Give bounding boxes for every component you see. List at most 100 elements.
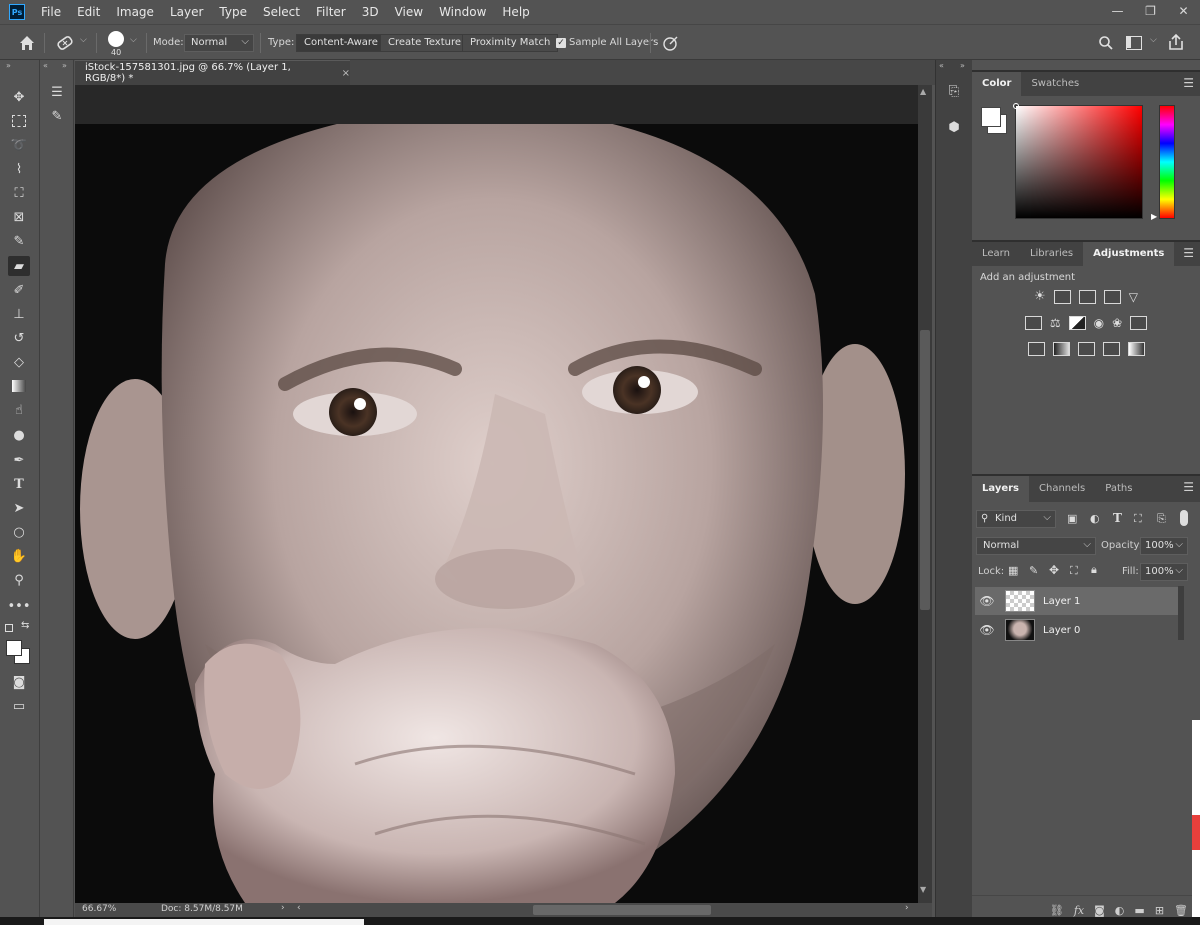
proximity-match-button[interactable]: Proximity Match — [462, 34, 559, 52]
invert-icon[interactable] — [1027, 342, 1045, 356]
close-window-button[interactable]: ✕ — [1167, 0, 1200, 22]
zoom-level[interactable]: 66.67% — [82, 904, 116, 914]
scroll-right-icon[interactable]: › — [905, 903, 909, 913]
home-icon[interactable] — [18, 34, 36, 52]
tab-color[interactable]: Color — [972, 72, 1022, 96]
eraser-icon[interactable]: ◇ — [8, 352, 30, 372]
selective-color-icon[interactable] — [1102, 342, 1120, 356]
sample-all-layers-checkbox[interactable]: ✓ — [556, 38, 566, 48]
horizontal-scroll-thumb[interactable] — [533, 905, 711, 915]
hand-icon[interactable]: ✋ — [8, 546, 30, 566]
brush-preview-icon[interactable] — [108, 31, 124, 47]
menu-help[interactable]: Help — [494, 0, 537, 24]
tab-layers[interactable]: Layers — [972, 476, 1029, 502]
eyedropper-icon[interactable]: ✎ — [8, 231, 30, 251]
tab-learn[interactable]: Learn — [972, 242, 1020, 266]
search-icon[interactable] — [1098, 35, 1114, 51]
filter-adjustment-icon[interactable]: ◐ — [1090, 512, 1100, 525]
fill-input[interactable]: 100% — [1140, 563, 1188, 581]
menu-image[interactable]: Image — [108, 0, 162, 24]
quick-select-icon[interactable]: ⌇ — [8, 159, 30, 179]
tab-libraries[interactable]: Libraries — [1020, 242, 1083, 266]
menu-filter[interactable]: Filter — [308, 0, 354, 24]
lock-artboard-icon[interactable]: ⛶ — [1070, 564, 1078, 578]
menu-edit[interactable]: Edit — [69, 0, 108, 24]
menu-file[interactable]: File — [33, 0, 69, 24]
ellipse-icon[interactable]: ○ — [8, 522, 30, 542]
move-icon[interactable]: ✥ — [8, 87, 30, 107]
type-icon[interactable]: T — [8, 474, 30, 494]
tab-channels[interactable]: Channels — [1029, 476, 1095, 502]
collapse-left-icon[interactable]: « — [939, 61, 944, 70]
clone-stamp-icon[interactable]: ⊥ — [8, 304, 30, 324]
workspace-chevron-icon[interactable]: ⌵ — [1150, 35, 1157, 45]
filter-pixel-icon[interactable]: ▣ — [1067, 512, 1077, 525]
3d-panel-icon[interactable]: ⬢ — [945, 118, 963, 136]
curves-icon[interactable] — [1078, 290, 1096, 304]
screen-mode-icon[interactable]: ▭ — [8, 696, 30, 716]
add-mask-icon[interactable]: ◙ — [1094, 904, 1105, 917]
history-brush-icon[interactable]: ↺ — [8, 328, 30, 348]
vibrance-icon[interactable]: ▽ — [1129, 290, 1138, 304]
menu-layer[interactable]: Layer — [162, 0, 211, 24]
tab-adjustments[interactable]: Adjustments — [1083, 242, 1175, 266]
diffusion-icon[interactable] — [662, 34, 680, 52]
doc-size-info[interactable]: Doc: 8.57M/8.57M — [161, 904, 243, 914]
black-white-icon[interactable] — [1068, 316, 1086, 330]
tab-swatches[interactable]: Swatches — [1021, 72, 1089, 96]
brush-icon[interactable]: ✐ — [8, 280, 30, 300]
filter-shape-icon[interactable]: ⛶ — [1134, 512, 1142, 526]
menu-select[interactable]: Select — [255, 0, 308, 24]
status-expand-chevron-icon[interactable]: › — [281, 903, 285, 913]
color-picker-handle[interactable] — [1013, 103, 1019, 109]
scroll-up-icon[interactable]: ▲ — [920, 87, 926, 96]
lock-position-icon[interactable]: ✥ — [1049, 563, 1059, 577]
collapse-arrows-icon[interactable]: » — [6, 61, 11, 70]
path-select-icon[interactable]: ➤ — [8, 498, 30, 518]
channel-mixer-icon[interactable]: ❀ — [1112, 316, 1122, 330]
document-tab[interactable]: iStock-157581301.jpg @ 66.7% (Layer 1, R… — [75, 60, 350, 85]
quick-mask-icon[interactable]: ◙ — [8, 672, 30, 692]
filter-smart-object-icon[interactable]: ⎘ — [1157, 512, 1166, 526]
hue-slider[interactable] — [1159, 105, 1175, 219]
gradient-map-icon[interactable] — [1127, 342, 1145, 356]
visibility-eye-icon[interactable]: 👁︎ — [975, 623, 999, 637]
crop-icon[interactable]: ⛶ — [8, 183, 30, 203]
visibility-eye-icon[interactable]: 👁︎ — [975, 594, 999, 608]
layer-0-name[interactable]: Layer 0 — [1043, 625, 1080, 636]
workspace-icon[interactable] — [1126, 36, 1142, 50]
tab-paths[interactable]: Paths — [1095, 476, 1142, 502]
collapse-left-icon[interactable]: « — [43, 61, 48, 70]
fg-color-chip[interactable] — [981, 107, 1001, 127]
exposure-icon[interactable] — [1103, 290, 1121, 304]
threshold-icon[interactable] — [1077, 342, 1095, 356]
more-icon[interactable]: ••• — [8, 596, 31, 616]
new-layer-icon[interactable]: ⊞ — [1155, 904, 1164, 917]
share-icon[interactable] — [1167, 33, 1185, 51]
blur-icon[interactable]: ☝ — [8, 400, 30, 420]
posterize-icon[interactable] — [1052, 342, 1070, 356]
menu-window[interactable]: Window — [431, 0, 494, 24]
layer-1-name[interactable]: Layer 1 — [1043, 596, 1080, 607]
spot-healing-brush-icon[interactable] — [54, 33, 76, 53]
new-group-icon[interactable]: ▬ — [1134, 904, 1144, 917]
tool-preset-chevron-icon[interactable]: ⌵ — [80, 35, 87, 45]
brush-settings-icon[interactable]: ✎ — [46, 106, 68, 126]
new-adjustment-layer-icon[interactable]: ◐ — [1115, 904, 1125, 917]
default-colors-icon[interactable] — [5, 624, 13, 632]
mode-select[interactable]: Normal — [184, 34, 254, 52]
hue-saturation-icon[interactable] — [1024, 316, 1042, 330]
scroll-left-icon[interactable]: ‹ — [297, 903, 301, 913]
gradient-icon[interactable] — [8, 376, 30, 396]
properties-sliders-icon[interactable]: ☰ — [46, 82, 68, 102]
pen-icon[interactable]: ✒ — [8, 450, 30, 470]
photo-filter-icon[interactable]: ◉ — [1094, 316, 1104, 330]
collapse-right-icon[interactable]: » — [960, 61, 965, 70]
create-texture-button[interactable]: Create Texture — [380, 34, 470, 52]
panel-menu-icon[interactable]: ☰ — [1183, 481, 1194, 493]
link-layers-icon[interactable]: ⛓ — [1050, 904, 1064, 917]
levels-icon[interactable] — [1053, 290, 1071, 304]
filter-type-icon[interactable]: T — [1113, 511, 1122, 525]
layer-style-fx-icon[interactable]: fx — [1074, 904, 1084, 917]
delete-layer-icon[interactable]: 🗑︎ — [1174, 904, 1188, 917]
